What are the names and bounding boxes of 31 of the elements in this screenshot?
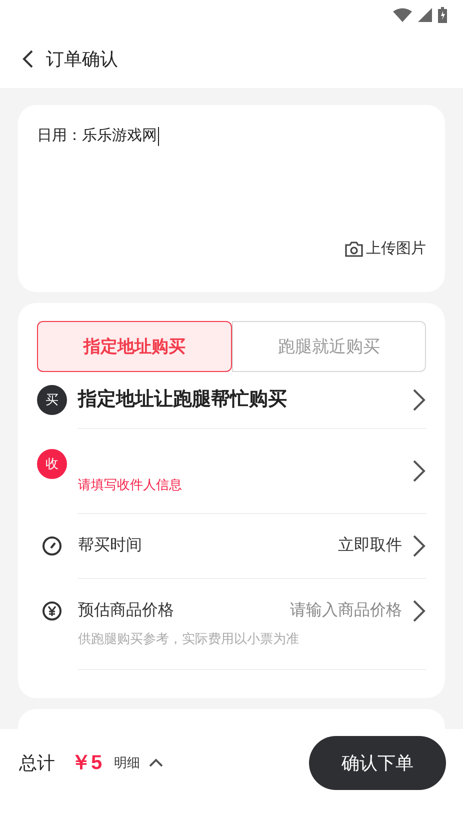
time-row[interactable]: 帮买时间 立即取件 — [37, 514, 426, 578]
note-field[interactable]: 日用：乐乐游戏网 — [37, 125, 426, 148]
back-icon[interactable] — [22, 49, 34, 69]
total-amount: ￥5 — [71, 751, 102, 776]
receive-badge: 收 — [37, 449, 67, 479]
total-label: 总计 — [19, 752, 55, 774]
chevron-right-icon — [412, 599, 426, 624]
price-placeholder: 请输入商品价格 — [290, 600, 402, 622]
confirm-order-button[interactable]: 确认下单 — [309, 736, 446, 790]
chevron-right-icon — [412, 388, 426, 412]
row-label: 预估商品价格 — [78, 600, 175, 622]
price-row[interactable]: 预估商品价格 请输入商品价格 供跑腿购买参考，实际费用以小票为准 — [37, 579, 426, 669]
recipient-hint: 请填写收件人信息 — [78, 476, 182, 494]
buy-badge: 买 — [37, 385, 67, 415]
chevron-right-icon — [412, 534, 426, 558]
detail-button[interactable]: 明细 — [114, 753, 164, 773]
page-title: 订单确认 — [46, 48, 118, 70]
battery-icon — [438, 7, 447, 23]
price-note: 供跑腿购买参考，实际费用以小票为准 — [78, 630, 300, 648]
wifi-icon — [393, 8, 412, 22]
chevron-up-icon — [148, 758, 164, 768]
signal-icon — [418, 8, 432, 22]
camera-icon — [345, 240, 363, 257]
section-title: 指定地址让跑腿帮忙购买 — [78, 388, 288, 412]
compass-icon — [42, 536, 62, 556]
yen-icon — [42, 601, 62, 622]
upload-photo-button[interactable]: 上传图片 — [345, 238, 426, 260]
recipient-row[interactable]: 收 请填写收件人信息 — [37, 429, 426, 513]
row-label: 帮买时间 — [78, 536, 143, 556]
chevron-right-icon — [412, 459, 426, 483]
time-value: 立即取件 — [338, 536, 402, 556]
